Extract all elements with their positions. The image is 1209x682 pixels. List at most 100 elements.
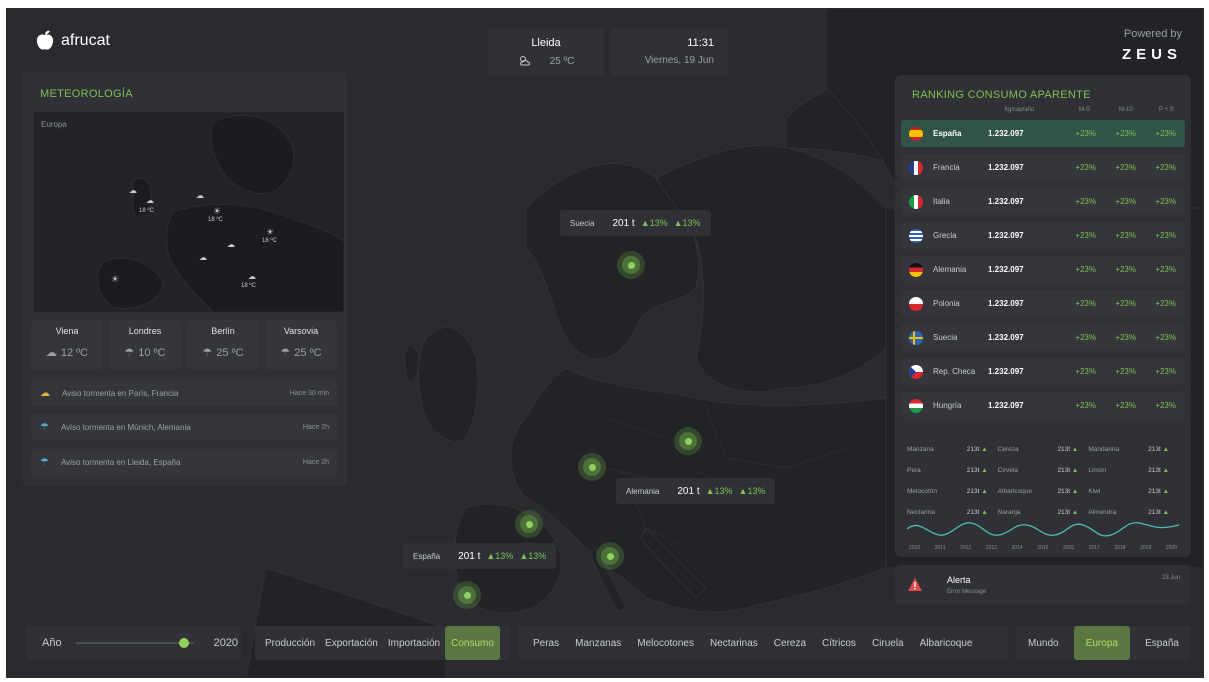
tooltip-value: 201 t: [458, 550, 481, 562]
trend-year: 2013: [985, 545, 997, 551]
ranking-row[interactable]: Alemania 1.232.097 +23% +23% +23%: [901, 256, 1185, 283]
city-card[interactable]: Viena ☁ 12 ºC: [31, 320, 103, 370]
ranking-ms: +23%: [1075, 163, 1096, 172]
fruit-filter[interactable]: Cítricos: [822, 638, 856, 649]
fruit-filter[interactable]: Peras: [533, 638, 559, 649]
up-arrow-icon: ▲: [1162, 446, 1170, 453]
ranking-country: Rep. Checa: [933, 367, 976, 376]
alert-subtitle: Error Message: [947, 589, 987, 595]
city-name: Varsovia: [283, 326, 319, 336]
city-card[interactable]: Varsovia ☂ 25 ºC: [265, 320, 337, 370]
tooltip-growth: ▲13%: [640, 218, 668, 228]
map-pin-espana[interactable]: [453, 581, 481, 609]
map-cloud-icon-3: ☁: [196, 191, 204, 200]
ranking-row[interactable]: Italia 1.232.097 +23% +23% +23%: [901, 188, 1185, 215]
ranking-value: 1.232.097: [988, 129, 1024, 138]
scope-tab[interactable]: Mundo: [1016, 626, 1071, 660]
trend-year: 2020: [1165, 545, 1177, 551]
trend-year: 2016: [1062, 545, 1075, 551]
map-temp-3: 18 ºC: [262, 238, 277, 244]
map-pin-suecia[interactable]: [617, 251, 645, 279]
mode-tab[interactable]: Exportación: [320, 626, 383, 660]
fruit-name: Melocotón: [907, 488, 937, 495]
flag-de-icon: [909, 262, 923, 277]
year-slider-handle[interactable]: [179, 638, 190, 648]
map-pin[interactable]: [674, 427, 702, 455]
storm-alert-text: Aviso tormenta en París, Francia: [62, 388, 179, 398]
scope-tab[interactable]: Europa: [1073, 626, 1130, 660]
storm-alert[interactable]: ☂ Aviso tormenta en Lleida, España Hace …: [31, 449, 338, 475]
map-sun-icon-2: ☀: [266, 227, 275, 237]
map-cloud-icon-2: ☁: [146, 196, 154, 205]
city-forecasts: Viena ☁ 12 ºC Londres ☂ 10 ºC Berlín ☂ 25 º…: [31, 320, 337, 370]
ranking-value: 1.232.097: [988, 231, 1024, 240]
storm-alert[interactable]: ☂ Aviso tormenta en Múnich, Alemania Hac…: [31, 414, 338, 440]
ranking-m10: +23%: [1115, 265, 1136, 274]
ranking-value: 1.232.097: [988, 299, 1024, 308]
weather-title: METEOROLOGÍA: [40, 88, 133, 100]
ranking-m10: +23%: [1115, 197, 1136, 206]
ranking-row[interactable]: Hungría 1.232.097 +23% +23% +23%: [901, 392, 1185, 419]
rain-icon: ☂: [40, 421, 49, 433]
map-cloud-icon-5: ☁: [199, 253, 207, 262]
fruit-filter[interactable]: Manzanas: [575, 638, 621, 649]
map-pin[interactable]: [515, 510, 543, 538]
mode-tab[interactable]: Importación: [383, 626, 445, 660]
storm-icon: ☁: [40, 387, 50, 399]
city-card[interactable]: Berlín ☂ 25 ºC: [187, 320, 259, 370]
mode-tabs: Producción Exportación Importación Consumo: [255, 626, 510, 660]
clock-time: 11:31: [687, 37, 714, 49]
storm-alert-time: Hace 30 min: [289, 389, 329, 397]
fruit-cell: Limón 213t ▲: [1088, 467, 1179, 474]
ranking-value: 1.232.097: [988, 163, 1024, 172]
fruit-filter[interactable]: Ciruela: [872, 638, 904, 649]
fruit-cell: Mandarina 213t ▲: [1088, 446, 1179, 453]
fruit-filter[interactable]: Albaricoque: [920, 638, 973, 649]
ranking-row[interactable]: España 1.232.097 +23% +23% +23%: [901, 120, 1185, 147]
alert-date: 23 Jun: [1161, 575, 1180, 581]
flag-fr-icon: [909, 160, 923, 175]
map-cloud-icon-4: ☁: [227, 240, 235, 249]
fruit-name: Albaricoque: [997, 488, 1032, 495]
map-temp-1: 18 ºC: [139, 208, 154, 214]
ranking-country: Hungría: [933, 401, 962, 410]
fruit-value: 213t ▲: [1057, 467, 1079, 474]
tooltip-country: Suecia: [570, 218, 595, 228]
ranking-row[interactable]: Francia 1.232.097 +23% +23% +23%: [901, 154, 1185, 181]
ranking-ms: +23%: [1075, 333, 1096, 342]
alert-card[interactable]: Alerta Error Message 23 Jun: [895, 565, 1191, 605]
city-card[interactable]: Londres ☂ 10 ºC: [109, 320, 181, 370]
map-pin[interactable]: [596, 542, 624, 570]
fruit-value: 213t ▲: [1057, 488, 1079, 495]
col-header: M-S: [1079, 107, 1090, 113]
ranking-row[interactable]: Suecia 1.232.097 +23% +23% +23%: [901, 324, 1185, 351]
current-time: 11:31 Viernes, 19 Jun: [610, 28, 728, 76]
mode-tab[interactable]: Consumo: [445, 626, 500, 660]
city-temp: 12 ºC: [60, 346, 89, 359]
brand-logo[interactable]: afrucat: [34, 30, 110, 52]
fruit-name: Cereza: [997, 446, 1019, 453]
storm-alert[interactable]: ☁ Aviso tormenta en París, Francia Hace …: [31, 380, 338, 406]
weather-minimap[interactable]: Europa ☁ ☁ 18 ºC ☁ ☀ 18 ºC ☀ 18 ºC ☁ ☁ ☀…: [33, 112, 344, 312]
fruit-filter[interactable]: Cereza: [774, 638, 806, 649]
map-pin[interactable]: [578, 453, 606, 481]
tooltip-country: Alemania: [626, 486, 660, 496]
ranking-m10: +23%: [1115, 333, 1136, 342]
fruit-filter[interactable]: Nectarinas: [710, 638, 758, 649]
ranking-row[interactable]: Rep. Checa 1.232.097 +23% +23% +23%: [901, 358, 1185, 385]
flag-pl-icon: [909, 296, 923, 311]
ranking-ps: +23%: [1155, 401, 1176, 410]
city-temp: 25 ºC: [216, 346, 244, 359]
year-slider-track[interactable]: [75, 638, 194, 648]
scope-tab[interactable]: España: [1133, 626, 1191, 660]
ranking-row[interactable]: Grecia 1.232.097 +23% +23% +23%: [901, 222, 1185, 249]
ranking-row[interactable]: Polonia 1.232.097 +23% +23% +23%: [901, 290, 1185, 317]
mode-tab[interactable]: Producción: [255, 626, 320, 660]
clock-date: Viernes, 19 Jun: [644, 55, 714, 66]
col-header: P + S: [1159, 107, 1174, 113]
ranking-country: Grecia: [933, 231, 957, 240]
ranking-ps: +23%: [1155, 129, 1176, 138]
fruit-filter[interactable]: Melocotones: [637, 638, 694, 649]
fruit-summary: Manzana 213t ▲ Cereza 213t ▲ Mandarina 213t ▲…: [907, 439, 1179, 523]
fruit-filters: Peras Manzanas Melocotones Nectarinas Cereza…: [518, 626, 1008, 660]
